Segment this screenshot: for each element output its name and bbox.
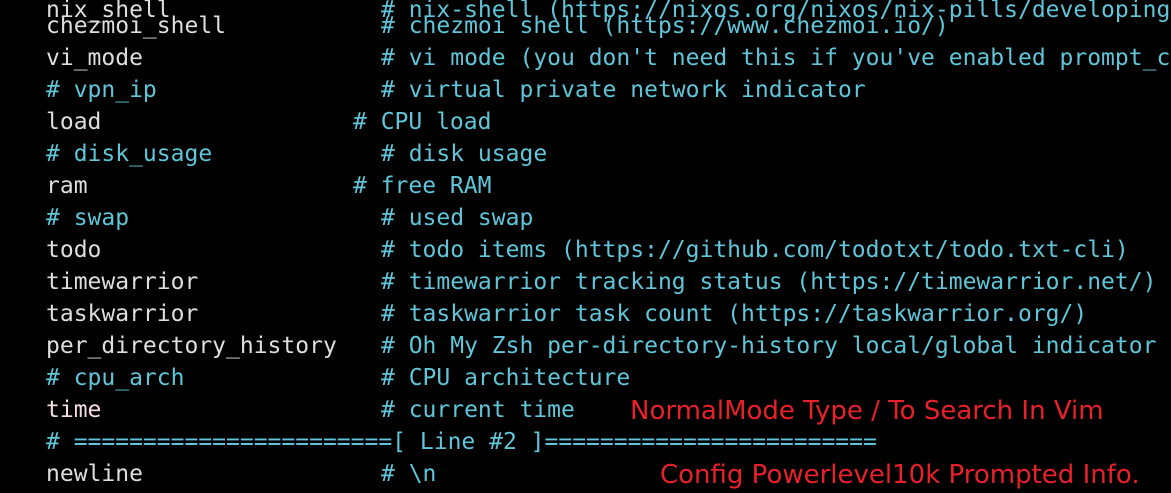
segment-name: time [46,397,102,423]
segment-name: # cpu_arch [46,365,185,391]
config-line: per_directory_history # Oh My Zsh per-di… [0,330,1156,362]
config-line: ram # free RAM [0,170,491,202]
segment-name: todo [46,237,102,263]
segment-comment: # taskwarrior task count (https://taskwa… [381,301,1088,327]
config-line: # swap # used swap [0,202,533,234]
segment-comment: # virtual private network indicator [381,77,866,103]
config-line: # cpu_arch # CPU architecture [0,362,630,394]
segment-comment: # CPU load [353,109,492,135]
segment-comment: # \n [381,461,437,487]
config-line: timewarrior # timewarrior tracking statu… [0,266,1156,298]
config-line-cursor: time # current time [0,394,575,426]
config-line: todo # todo items (https://github.com/to… [0,234,1129,266]
config-caption-annotation: Config Powerlevel10k Prompted Info. [660,460,1140,490]
line-separator: # =======================[ Line #2 ]====… [0,426,877,458]
terminal-window[interactable]: nix_shell # nix-shell (https://nixos.org… [0,0,1171,493]
segment-comment: # timewarrior tracking status (https://t… [381,269,1157,295]
segment-comment: # used swap [381,205,534,231]
config-line: newline # \n [0,458,436,490]
segment-name: timewarrior [46,269,199,295]
segment-comment: # free RAM [353,173,492,199]
segment-name: ram [46,173,88,199]
segment-comment: # chezmoi shell (https://www.chezmoi.io/… [381,13,949,39]
segment-name: newline [46,461,143,487]
segment-name: taskwarrior [46,301,199,327]
segment-comment: # Oh My Zsh per-directory-history local/… [381,333,1157,359]
segment-comment: # todo items (https://github.com/todotxt… [381,237,1129,263]
config-line: # vpn_ip # virtual private network indic… [0,74,866,106]
config-line: taskwarrior # taskwarrior task count (ht… [0,298,1087,330]
segment-comment: # current time [381,397,575,423]
config-line: vi_mode # vi mode (you don't need this i… [0,42,1171,74]
segment-name: # disk_usage [46,141,213,167]
segment-name: # vpn_ip [46,77,157,103]
segment-comment: # disk usage [381,141,548,167]
separator-comment: # =======================[ Line #2 ]====… [46,429,877,455]
segment-name: chezmoi_shell [46,13,227,39]
segment-name: vi_mode [46,45,143,71]
segment-comment: # CPU architecture [381,365,631,391]
normal-mode-annotation: NormalMode Type / To Search In Vim [630,396,1104,426]
segment-comment: # vi mode (you don't need this if you've… [381,45,1171,71]
config-line: load # CPU load [0,106,491,138]
segment-name: per_directory_history [46,333,337,359]
config-line: chezmoi_shell # chezmoi shell (https://w… [0,10,949,42]
segment-name: load [46,109,102,135]
config-line: # disk_usage # disk usage [0,138,547,170]
segment-name: # swap [46,205,130,231]
